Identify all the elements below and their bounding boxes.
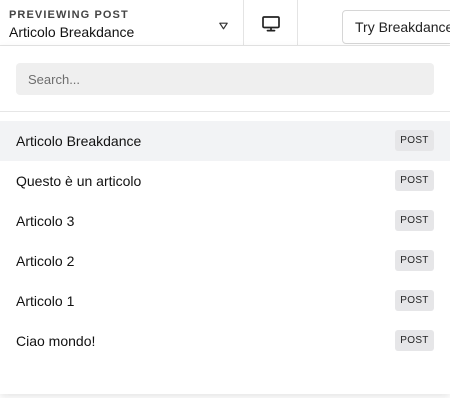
previewing-caption: PREVIEWING POST	[9, 9, 129, 21]
post-dropdown-panel: Articolo Breakdance POST Questo è un art…	[0, 46, 450, 394]
desktop-monitor-icon	[262, 16, 280, 32]
top-bar: PREVIEWING POST Articolo Breakdance Try …	[0, 0, 450, 46]
try-breakdance-button[interactable]: Try Breakdance	[342, 10, 450, 44]
preview-page: PREVIEWING POST Articolo Breakdance Try …	[0, 0, 450, 398]
post-list-item[interactable]: Articolo 1 POST	[0, 281, 450, 321]
post-title: Articolo 1	[16, 293, 75, 309]
post-title: Ciao mondo!	[16, 333, 96, 349]
post-type-badge: POST	[395, 170, 434, 191]
post-list-item[interactable]: Articolo 3 POST	[0, 201, 450, 241]
post-type-badge: POST	[395, 210, 434, 231]
post-list-item[interactable]: Articolo Breakdance POST	[0, 121, 450, 161]
device-toggle-button[interactable]	[244, 0, 298, 46]
search-input[interactable]	[16, 63, 434, 95]
selected-post-title: Articolo Breakdance	[9, 24, 135, 40]
post-title: Articolo 3	[16, 213, 75, 229]
post-type-badge: POST	[395, 250, 434, 271]
caret-down-icon[interactable]	[219, 22, 228, 30]
post-list-item[interactable]: Ciao mondo! POST	[0, 321, 450, 361]
post-type-badge: POST	[395, 330, 434, 351]
post-type-badge: POST	[395, 290, 434, 311]
post-title: Articolo 2	[16, 253, 75, 269]
post-list-item[interactable]: Questo è un articolo POST	[0, 161, 450, 201]
post-list: Articolo Breakdance POST Questo è un art…	[0, 121, 450, 361]
post-list-item[interactable]: Articolo 2 POST	[0, 241, 450, 281]
post-title: Articolo Breakdance	[16, 133, 142, 149]
search-section	[0, 46, 450, 112]
post-title: Questo è un articolo	[16, 173, 142, 189]
post-type-badge: POST	[395, 130, 434, 151]
post-preview-selector[interactable]: PREVIEWING POST Articolo Breakdance	[0, 0, 244, 46]
